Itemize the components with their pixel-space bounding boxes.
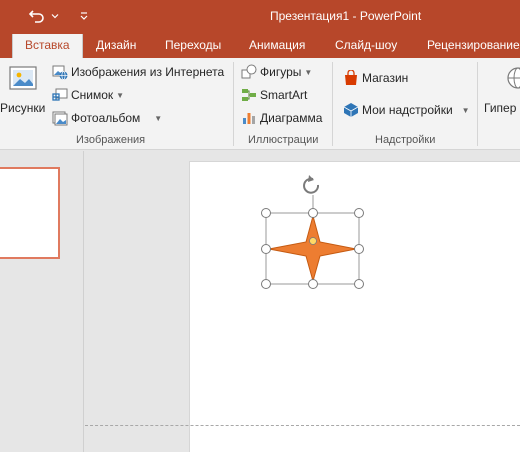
- resize-handle-bottom[interactable]: [308, 279, 318, 289]
- resize-handle-right[interactable]: [354, 244, 364, 254]
- chevron-down-icon: ▼: [461, 105, 470, 115]
- my-addins-label: Мои надстройки: [362, 103, 453, 117]
- slide-thumbnails-panel: [0, 151, 84, 452]
- picture-icon: [9, 66, 37, 90]
- screenshot-icon: [52, 87, 68, 103]
- group-divider: [477, 62, 478, 146]
- star-shape[interactable]: [268, 214, 357, 283]
- store-icon: [343, 70, 359, 86]
- page-guide-line: [85, 425, 520, 426]
- screenshot-button[interactable]: Снимок ▼: [52, 85, 124, 105]
- slide-workspace: [85, 151, 520, 452]
- chevron-down-icon: ▼: [304, 67, 313, 77]
- chart-icon: [241, 110, 257, 126]
- title-bar: Презентация1 - PowerPoint: [0, 0, 520, 32]
- pictures-label: Рисунки: [0, 101, 46, 115]
- slide-thumbnail[interactable]: [0, 167, 60, 259]
- chart-button[interactable]: Диаграмма: [241, 108, 322, 128]
- undo-icon: [29, 10, 44, 23]
- adjust-handle[interactable]: [309, 237, 317, 245]
- tab-animations[interactable]: Анимация: [249, 32, 305, 58]
- online-pictures-icon: [52, 64, 68, 80]
- chevron-down-icon: [51, 14, 59, 19]
- resize-handle-top-right[interactable]: [354, 208, 364, 218]
- globe-icon: [507, 67, 520, 89]
- illustrations-group-label: Иллюстрации: [248, 134, 319, 146]
- customize-icon: [80, 12, 88, 20]
- chart-label: Диаграмма: [260, 111, 323, 125]
- addins-icon: [343, 102, 359, 118]
- ribbon: Рисунки Изображения из Интернета Снимок: [0, 58, 520, 150]
- customize-toolbar-button[interactable]: [78, 7, 90, 25]
- hyperlink-button[interactable]: Гипер: [484, 64, 520, 124]
- group-divider: [332, 62, 333, 146]
- selected-shape-layer: [261, 175, 364, 289]
- hyperlink-label: Гипер: [484, 101, 517, 115]
- photo-album-button[interactable]: Фотоальбом ▼: [52, 108, 162, 128]
- rotate-handle-icon[interactable]: [303, 175, 320, 194]
- chevron-down-icon: ▼: [116, 90, 125, 100]
- online-pictures-button[interactable]: Изображения из Интернета: [52, 62, 224, 82]
- smartart-icon: [241, 87, 257, 103]
- tab-transitions[interactable]: Переходы: [165, 32, 221, 58]
- photo-album-icon: [52, 110, 68, 126]
- window-title: Презентация1 - PowerPoint: [270, 9, 422, 23]
- undo-dropdown[interactable]: [50, 7, 60, 25]
- resize-handle-top[interactable]: [308, 208, 318, 218]
- store-button[interactable]: Магазин: [343, 68, 408, 88]
- tab-insert[interactable]: Вставка: [12, 34, 83, 58]
- smartart-button[interactable]: SmartArt: [241, 85, 307, 105]
- images-group-label: Изображения: [76, 134, 146, 146]
- resize-handle-bottom-right[interactable]: [354, 279, 364, 289]
- online-pictures-label: Изображения из Интернета: [71, 65, 225, 79]
- slide-canvas[interactable]: [189, 161, 520, 452]
- chevron-down-icon: ▼: [154, 113, 163, 123]
- group-divider: [233, 62, 234, 146]
- tab-design[interactable]: Дизайн: [96, 32, 136, 58]
- resize-handle-top-left[interactable]: [261, 208, 271, 218]
- tab-slideshow[interactable]: Слайд-шоу: [335, 32, 397, 58]
- shapes-button[interactable]: Фигуры ▼: [241, 62, 312, 82]
- undo-button[interactable]: [28, 7, 46, 25]
- my-addins-button[interactable]: Мои надстройки ▼: [343, 100, 470, 120]
- store-label: Магазин: [362, 71, 409, 85]
- photo-album-label: Фотоальбом: [71, 111, 141, 125]
- tab-review[interactable]: Рецензирование: [427, 32, 520, 58]
- shapes-label: Фигуры: [260, 65, 302, 79]
- shapes-icon: [241, 64, 257, 80]
- addins-group-label: Надстройки: [375, 134, 436, 146]
- resize-handle-bottom-left[interactable]: [261, 279, 271, 289]
- screenshot-label: Снимок: [71, 88, 114, 102]
- ribbon-tabs: Вставка Дизайн Переходы Анимация Слайд-ш…: [0, 32, 520, 58]
- resize-handle-left[interactable]: [261, 244, 271, 254]
- pictures-button[interactable]: Рисунки: [0, 64, 48, 122]
- smartart-label: SmartArt: [260, 88, 308, 102]
